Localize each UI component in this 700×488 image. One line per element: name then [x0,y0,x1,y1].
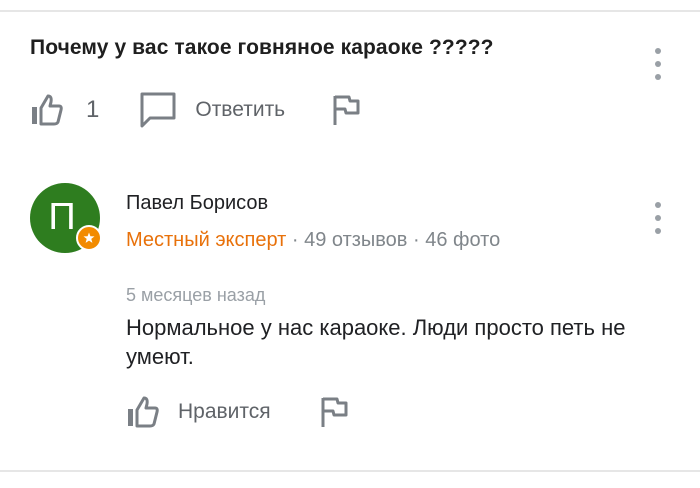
question-more-icon[interactable] [655,48,661,80]
answer-more-icon[interactable] [655,202,661,234]
local-guide-badge[interactable]: Местный эксперт [126,229,286,251]
avatar-letter: П [48,195,76,238]
reply-label: Ответить [195,98,286,121]
author-meta: Местный эксперт · 49 отзывов · 46 фото [126,229,500,252]
like-button[interactable]: Нравится [126,395,319,429]
photos-count: 46 фото [425,229,501,251]
reply-button[interactable]: Ответить [139,91,285,129]
bottom-divider [0,470,700,472]
answer-timestamp: 5 месяцев назад [126,285,266,305]
star-badge-icon [76,225,102,251]
flag-icon[interactable] [319,396,349,428]
question-like-count: 1 [86,96,100,123]
flag-icon[interactable] [331,94,361,126]
top-divider [0,10,700,12]
meta-separator: · [286,229,305,251]
reply-box-icon [139,91,177,129]
meta-separator: · [407,229,426,251]
question-text: Почему у вас такое говняное караоке ????… [30,36,494,59]
thumbs-up-icon[interactable] [30,93,64,127]
author-name[interactable]: Павел Борисов [126,192,268,215]
question-actions: 1 Ответить [30,90,361,130]
reviews-count: 49 отзывов [304,229,408,251]
answer-actions: Нравится [126,392,349,432]
like-label: Нравится [178,400,271,423]
answer-text: Нормальное у нас караоке. Люди просто пе… [126,315,626,369]
thumbs-up-icon [126,395,160,429]
